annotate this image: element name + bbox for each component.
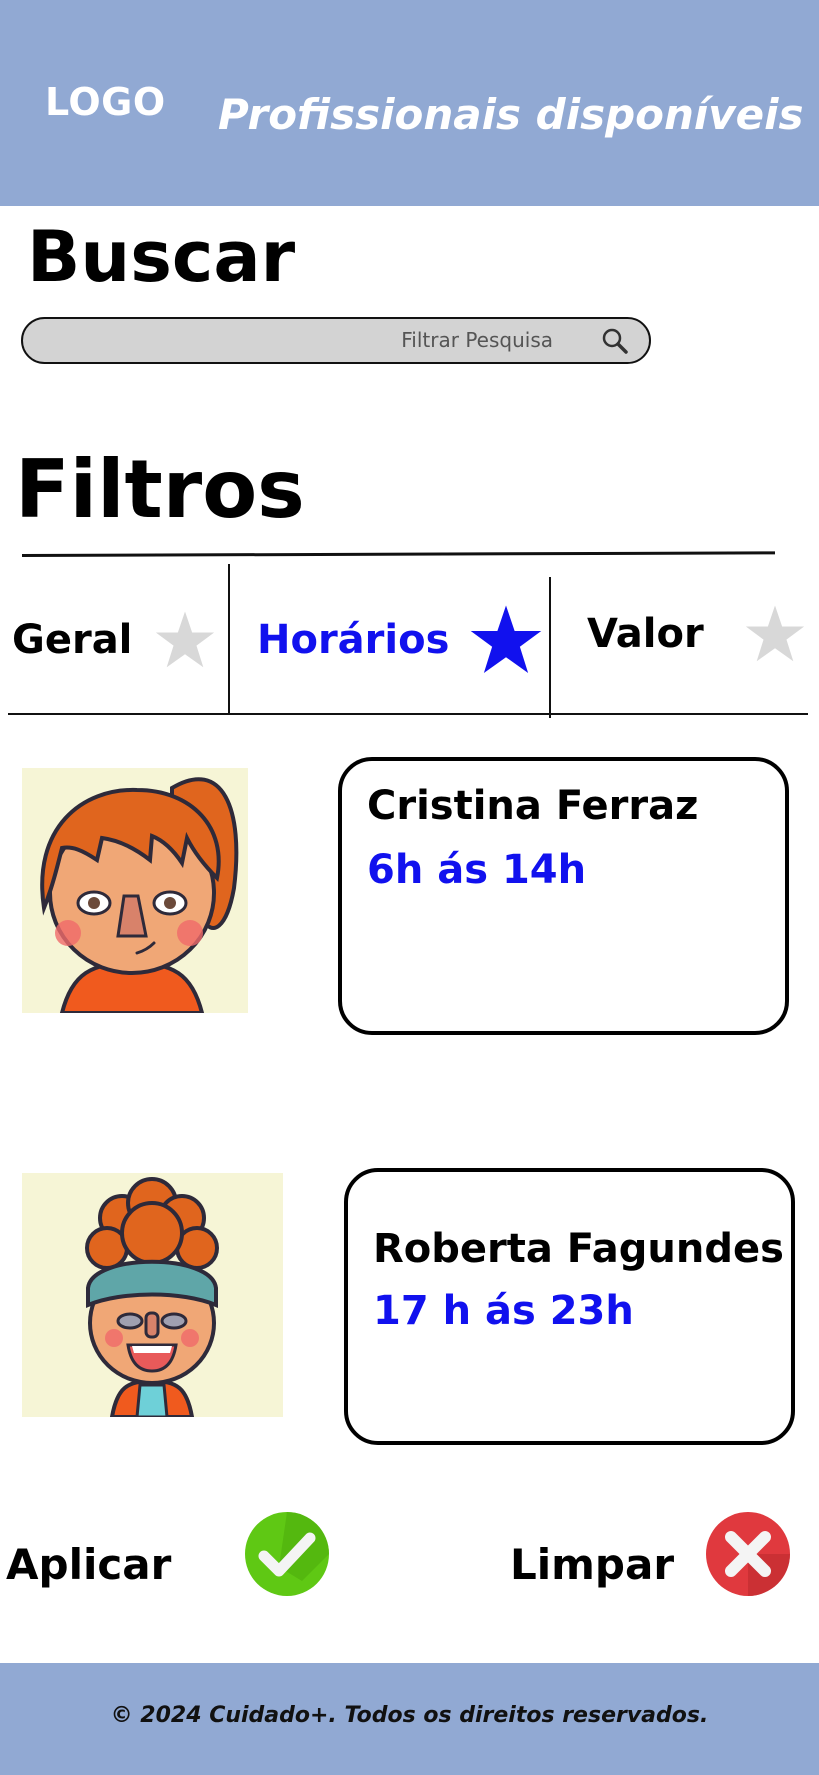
tab-horarios[interactable]: Horários	[257, 604, 545, 676]
professional-hours: 6h ás 14h	[367, 847, 587, 893]
tab-geral[interactable]: Geral	[12, 610, 216, 670]
search-input[interactable]: Filtrar Pesquisa	[21, 317, 651, 364]
avatar	[22, 768, 248, 1013]
divider	[228, 564, 230, 714]
clear-label: Limpar	[510, 1540, 675, 1589]
divider	[549, 577, 551, 718]
divider	[8, 713, 808, 715]
tab-label: Geral	[12, 617, 133, 663]
tab-valor[interactable]: Valor	[587, 604, 806, 664]
header: LOGO Profissionais disponíveis	[0, 0, 819, 206]
divider	[21, 551, 776, 557]
professional-name: Roberta Fagundes	[373, 1226, 784, 1272]
tab-label: Valor	[587, 611, 704, 657]
footer: © 2024 Cuidado+. Todos os direitos reser…	[0, 1663, 819, 1775]
search-placeholder: Filtrar Pesquisa	[401, 328, 553, 352]
avatar-woman-headband-icon	[22, 1173, 283, 1417]
tab-label: Horários	[257, 617, 450, 663]
avatar-woman-ponytail-icon	[22, 768, 248, 1013]
professional-card[interactable]: Cristina Ferraz 6h ás 14h	[338, 757, 789, 1035]
professional-card[interactable]: Roberta Fagundes 17 h ás 23h	[344, 1168, 795, 1445]
page-title: Profissionais disponíveis	[218, 90, 804, 139]
logo[interactable]: LOGO	[45, 80, 166, 124]
filters-heading: Filtros	[15, 443, 305, 536]
professional-name: Cristina Ferraz	[367, 783, 699, 829]
clear-button[interactable]	[705, 1511, 791, 1597]
apply-button[interactable]	[244, 1511, 330, 1597]
search-icon[interactable]	[601, 327, 629, 355]
professional-hours: 17 h ás 23h	[373, 1288, 634, 1334]
star-icon	[745, 605, 804, 662]
search-heading: Buscar	[27, 216, 296, 298]
star-icon	[156, 611, 215, 668]
footer-copyright: © 2024 Cuidado+. Todos os direitos reser…	[110, 1703, 709, 1728]
avatar	[22, 1173, 283, 1417]
apply-label: Aplicar	[6, 1540, 172, 1589]
star-icon	[471, 605, 542, 673]
